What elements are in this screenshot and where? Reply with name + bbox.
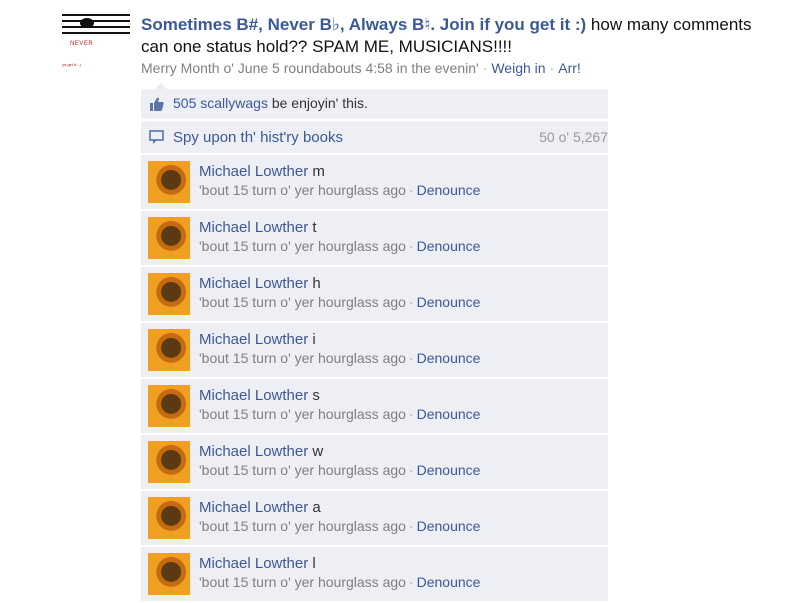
report-link[interactable]: Denounce — [417, 238, 481, 254]
comment-text: a — [312, 499, 321, 516]
separator: · — [549, 60, 555, 76]
report-link[interactable]: Denounce — [417, 462, 481, 478]
comment-time: 'bout 15 turn o' yer hourglass ago — [199, 462, 406, 478]
comment-meta: 'bout 15 turn o' yer hourglass ago · Denou… — [199, 517, 480, 536]
comment-body: Michael Lowther w 'bout 15 turn o' yer h… — [199, 442, 480, 480]
comment-bubble-icon — [149, 130, 164, 144]
commenter-avatar[interactable] — [148, 217, 190, 259]
comment-meta: 'bout 15 turn o' yer hourglass ago · Denou… — [199, 181, 480, 200]
avatar-caption: ya get it :-) — [62, 62, 81, 67]
likes-text: be enjoyin' this. — [271, 95, 368, 111]
music-note-icon — [80, 18, 94, 28]
thumbs-up-icon — [150, 97, 164, 111]
comment-count: 50 o' 5,267 — [539, 129, 608, 145]
separator: · — [408, 238, 414, 254]
report-link[interactable]: Denounce — [417, 350, 481, 366]
staff-line — [62, 20, 130, 22]
comment-item: Michael Lowther i 'bout 15 turn o' yer h… — [141, 323, 608, 377]
commenter-avatar[interactable] — [148, 161, 190, 203]
commenter-avatar[interactable] — [148, 273, 190, 315]
comment-time: 'bout 15 turn o' yer hourglass ago — [199, 518, 406, 534]
commenter-avatar[interactable] — [148, 329, 190, 371]
comment-author[interactable]: Michael Lowther — [199, 499, 308, 516]
comment-author[interactable]: Michael Lowther — [199, 555, 308, 572]
comment-time: 'bout 15 turn o' yer hourglass ago — [199, 406, 406, 422]
comment-author[interactable]: Michael Lowther — [199, 275, 308, 292]
comment-body: Michael Lowther l 'bout 15 turn o' yer h… — [199, 554, 480, 592]
comment-item: Michael Lowther h 'bout 15 turn o' yer h… — [141, 267, 608, 321]
comment-item: Michael Lowther t 'bout 15 turn o' yer h… — [141, 211, 608, 265]
share-link[interactable]: Arr! — [558, 60, 581, 76]
separator: · — [408, 294, 414, 310]
comment-time: 'bout 15 turn o' yer hourglass ago — [199, 350, 406, 366]
comment-time: 'bout 15 turn o' yer hourglass ago — [199, 182, 406, 198]
comment-item: Michael Lowther s 'bout 15 turn o' yer h… — [141, 379, 608, 433]
comment-author[interactable]: Michael Lowther — [199, 387, 308, 404]
comment-text: h — [312, 275, 321, 292]
comment-item: Michael Lowther m 'bout 15 turn o' yer h… — [141, 155, 608, 209]
comment-time: 'bout 15 turn o' yer hourglass ago — [199, 294, 406, 310]
staff-line — [62, 32, 130, 34]
separator: · — [408, 350, 414, 366]
report-link[interactable]: Denounce — [417, 294, 481, 310]
comment-item: Michael Lowther a 'bout 15 turn o' yer h… — [141, 491, 608, 545]
comment-meta: 'bout 15 turn o' yer hourglass ago · Denou… — [199, 461, 480, 480]
group-avatar[interactable]: NEVER ya get it :-) — [60, 10, 132, 74]
separator: · — [408, 406, 414, 422]
report-link[interactable]: Denounce — [417, 406, 481, 422]
commenter-avatar[interactable] — [148, 553, 190, 595]
commenter-avatar[interactable] — [148, 497, 190, 539]
report-link[interactable]: Denounce — [417, 182, 481, 198]
comment-body: Michael Lowther h 'bout 15 turn o' yer h… — [199, 274, 480, 312]
comment-meta: 'bout 15 turn o' yer hourglass ago · Denou… — [199, 405, 480, 424]
comment-item: Michael Lowther w 'bout 15 turn o' yer h… — [141, 435, 608, 489]
story-meta: Merry Month o' June 5 roundabouts 4:58 i… — [141, 60, 581, 76]
separator: · — [408, 182, 414, 198]
comment-item: Michael Lowther l 'bout 15 turn o' yer h… — [141, 547, 608, 601]
report-link[interactable]: Denounce — [417, 574, 481, 590]
separator: · — [482, 60, 488, 76]
view-all-comments-link[interactable]: Spy upon th' hist'ry books — [173, 129, 343, 146]
comment-text: i — [312, 331, 316, 348]
comment-time: 'bout 15 turn o' yer hourglass ago — [199, 574, 406, 590]
comment-body: Michael Lowther a 'bout 15 turn o' yer h… — [199, 498, 480, 536]
comment-meta: 'bout 15 turn o' yer hourglass ago · Denou… — [199, 293, 480, 312]
comment-text: l — [312, 555, 316, 572]
comment-author[interactable]: Michael Lowther — [199, 163, 308, 180]
story-header: Sometimes B#, Never B♭, Always B♮. Join … — [141, 14, 781, 58]
comment-body: Michael Lowther s 'bout 15 turn o' yer h… — [199, 386, 480, 424]
commenter-avatar[interactable] — [148, 385, 190, 427]
comment-link[interactable]: Weigh in — [491, 60, 545, 76]
feedback-panel: 505 scallywags be enjoyin' this. Spy upo… — [141, 89, 608, 603]
staff-line — [62, 26, 130, 28]
comment-meta: 'bout 15 turn o' yer hourglass ago · Denou… — [199, 349, 480, 368]
comment-text: m — [312, 163, 325, 180]
report-link[interactable]: Denounce — [417, 518, 481, 534]
separator: · — [408, 462, 414, 478]
staff-line — [62, 14, 130, 16]
comment-time: 'bout 15 turn o' yer hourglass ago — [199, 238, 406, 254]
separator: · — [408, 574, 414, 590]
comment-author[interactable]: Michael Lowther — [199, 443, 308, 460]
likes-row: 505 scallywags be enjoyin' this. — [141, 89, 608, 119]
comment-text: s — [312, 387, 320, 404]
comment-body: Michael Lowther i 'bout 15 turn o' yer h… — [199, 330, 480, 368]
likes-link[interactable]: 505 scallywags — [173, 95, 268, 111]
comment-text: t — [312, 219, 317, 236]
comment-author[interactable]: Michael Lowther — [199, 219, 308, 236]
view-all-row: Spy upon th' hist'ry books 50 o' 5,267 — [141, 121, 608, 153]
story-timestamp[interactable]: Merry Month o' June 5 roundabouts 4:58 i… — [141, 60, 479, 76]
comment-body: Michael Lowther m 'bout 15 turn o' yer h… — [199, 162, 480, 200]
actor-link[interactable]: Sometimes B#, Never B♭, Always B♮. Join … — [141, 15, 586, 34]
comment-author[interactable]: Michael Lowther — [199, 331, 308, 348]
separator: · — [408, 518, 414, 534]
commenter-avatar[interactable] — [148, 441, 190, 483]
comment-meta: 'bout 15 turn o' yer hourglass ago · Denou… — [199, 237, 480, 256]
comment-body: Michael Lowther t 'bout 15 turn o' yer h… — [199, 218, 480, 256]
avatar-never-text: NEVER — [70, 41, 94, 47]
comment-text: w — [312, 443, 324, 460]
comment-meta: 'bout 15 turn o' yer hourglass ago · Denou… — [199, 573, 480, 592]
